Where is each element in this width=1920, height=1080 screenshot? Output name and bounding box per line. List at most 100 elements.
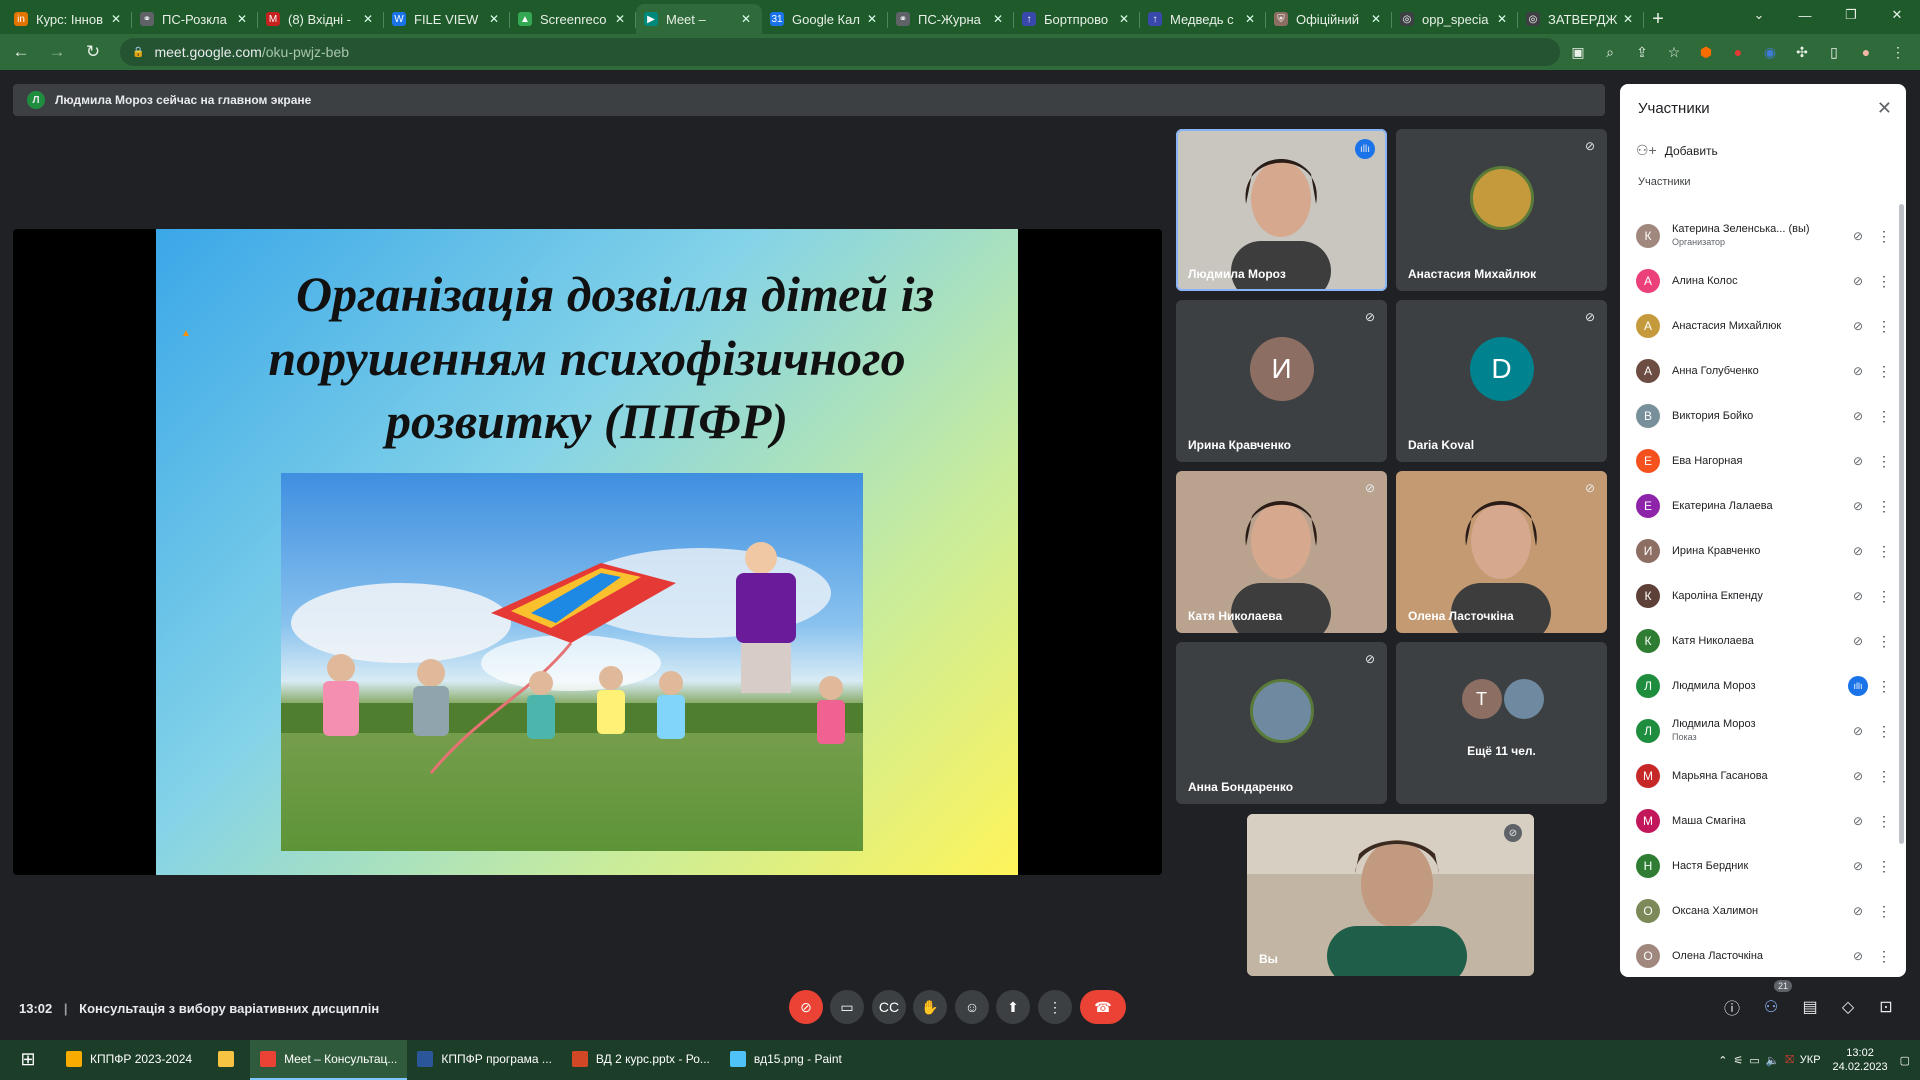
browser-tab[interactable]: ⚭ ПС-Розкла ✕	[132, 4, 258, 34]
muted-mic-icon[interactable]: ⊘	[1844, 319, 1872, 333]
browser-tab[interactable]: ⚭ ПС-Журна ✕	[888, 4, 1014, 34]
tab-close-icon[interactable]: ✕	[486, 12, 502, 26]
restore-button[interactable]: ❐	[1828, 0, 1874, 30]
keyboard-language[interactable]: УКР	[1800, 1054, 1821, 1066]
participant-tile[interactable]: И ⊘ Ирина Кравченко	[1176, 300, 1387, 462]
browser-tab[interactable]: ◎ ЗАТВЕРДЖ ✕	[1518, 4, 1644, 34]
network-icon[interactable]: ⚟	[1733, 1054, 1743, 1067]
people-button[interactable]: ⚇ 21	[1756, 980, 1792, 1022]
participant-list-item[interactable]: М Маша Смагіна ⊘ ⋮	[1636, 801, 1896, 841]
browser-tab[interactable]: ◎ opp_specia ✕	[1392, 4, 1518, 34]
participant-more-options-icon[interactable]: ⋮	[1872, 768, 1896, 785]
new-tab-button[interactable]: +	[1644, 4, 1672, 34]
captions-button[interactable]: CC	[872, 990, 906, 1024]
close-window-button[interactable]: ✕	[1874, 0, 1920, 30]
participant-tile[interactable]: ⊘ Катя Николаева	[1176, 471, 1387, 633]
participant-list-item[interactable]: В Виктория Бойко ⊘ ⋮	[1636, 396, 1896, 436]
self-view-tile[interactable]: ⊘ Вы	[1247, 814, 1534, 976]
muted-mic-icon[interactable]: ⊘	[1844, 409, 1872, 423]
browser-tab[interactable]: M (8) Вхідні - ✕	[258, 4, 384, 34]
participant-more-options-icon[interactable]: ⋮	[1872, 858, 1896, 875]
more-options-button[interactable]: ⋮	[1038, 990, 1072, 1024]
extension-red-icon[interactable]: ●	[1724, 39, 1752, 65]
participant-tile[interactable]: ⊘ Анастасия Михайлюк	[1396, 129, 1607, 291]
tab-close-icon[interactable]: ✕	[108, 12, 124, 26]
participant-tile[interactable]: D ⊘ Daria Koval	[1396, 300, 1607, 462]
muted-mic-icon[interactable]: ⊘	[1844, 904, 1872, 918]
participant-tile[interactable]: ⊘ Олена Ласточкіна	[1396, 471, 1607, 633]
add-people-button[interactable]: ⚇+ Добавить	[1636, 142, 1718, 159]
speaking-indicator-icon[interactable]: ıllı	[1844, 676, 1872, 696]
participant-list-item[interactable]: М Марьяна Гасанова ⊘ ⋮	[1636, 756, 1896, 796]
share-icon[interactable]: ⇪	[1628, 39, 1656, 65]
browser-tab[interactable]: ▶ Meet – ✕	[636, 4, 762, 34]
participant-list-item[interactable]: А Анастасия Михайлюк ⊘ ⋮	[1636, 306, 1896, 346]
tray-chevron-icon[interactable]: ⌃	[1718, 1054, 1727, 1067]
participant-tile[interactable]: T Ещё 11 чел.	[1396, 642, 1607, 804]
participant-more-options-icon[interactable]: ⋮	[1872, 453, 1896, 470]
participant-tile[interactable]: ⊘ Анна Бондаренко	[1176, 642, 1387, 804]
taskbar-app[interactable]: КППФР програма ...	[407, 1040, 562, 1080]
host-controls-button[interactable]: ⊡	[1871, 992, 1901, 1022]
participant-list-item[interactable]: Е Ева Нагорная ⊘ ⋮	[1636, 441, 1896, 481]
participant-more-options-icon[interactable]: ⋮	[1872, 588, 1896, 605]
leave-call-button[interactable]: ☎	[1080, 990, 1126, 1024]
participant-list-item[interactable]: Е Екатерина Лалаева ⊘ ⋮	[1636, 486, 1896, 526]
minimize-button[interactable]: —	[1782, 0, 1828, 30]
muted-mic-icon[interactable]: ⊘	[1844, 814, 1872, 828]
participant-more-options-icon[interactable]: ⋮	[1872, 813, 1896, 830]
browser-tab[interactable]: ↑ Медведь с ✕	[1140, 4, 1266, 34]
camera-button[interactable]: ▭	[830, 990, 864, 1024]
participant-tile[interactable]: ıllı Людмила Мороз	[1176, 129, 1387, 291]
participant-list-item[interactable]: А Анна Голубченко ⊘ ⋮	[1636, 351, 1896, 391]
muted-mic-icon[interactable]: ⊘	[1844, 499, 1872, 513]
reload-button[interactable]: ↻	[78, 37, 108, 67]
participant-list-item[interactable]: О Оксана Халимон ⊘ ⋮	[1636, 891, 1896, 931]
clock[interactable]: 13:02 24.02.2023	[1833, 1046, 1888, 1074]
browser-tab[interactable]: in Курс: Іннов ✕	[6, 4, 132, 34]
tab-close-icon[interactable]: ✕	[360, 12, 376, 26]
participant-list-item[interactable]: К Катя Николаева ⊘ ⋮	[1636, 621, 1896, 661]
participant-more-options-icon[interactable]: ⋮	[1872, 498, 1896, 515]
back-button[interactable]: ←	[6, 37, 36, 67]
browser-tab[interactable]: ⛨ Офіційний ✕	[1266, 4, 1392, 34]
panel-scrollbar[interactable]	[1899, 204, 1904, 844]
participant-list-item[interactable]: О Олена Ласточкіна ⊘ ⋮	[1636, 936, 1896, 976]
muted-mic-icon[interactable]: ⊘	[1844, 454, 1872, 468]
participant-list-item[interactable]: Н Настя Бердник ⊘ ⋮	[1636, 846, 1896, 886]
participant-more-options-icon[interactable]: ⋮	[1872, 948, 1896, 965]
participant-more-options-icon[interactable]: ⋮	[1872, 633, 1896, 650]
close-panel-icon[interactable]: ✕	[1877, 98, 1892, 119]
tab-close-icon[interactable]: ✕	[1242, 12, 1258, 26]
presentation-audio-off-icon[interactable]: ⊘	[1844, 724, 1872, 738]
extension-360-icon[interactable]: ⬢	[1692, 39, 1720, 65]
participant-more-options-icon[interactable]: ⋮	[1872, 273, 1896, 290]
participant-more-options-icon[interactable]: ⋮	[1872, 228, 1896, 245]
participant-more-options-icon[interactable]: ⋮	[1872, 363, 1896, 380]
browser-menu-icon[interactable]: ⋮	[1884, 39, 1912, 65]
muted-mic-icon[interactable]: ⊘	[1844, 859, 1872, 873]
profile-avatar[interactable]: ●	[1852, 39, 1880, 65]
participant-list-item[interactable]: К Кароліна Екпенду ⊘ ⋮	[1636, 576, 1896, 616]
tab-close-icon[interactable]: ✕	[1368, 12, 1384, 26]
participant-more-options-icon[interactable]: ⋮	[1872, 903, 1896, 920]
participant-more-options-icon[interactable]: ⋮	[1872, 678, 1896, 695]
browser-tab[interactable]: 31 Google Кал ✕	[762, 4, 888, 34]
participant-more-options-icon[interactable]: ⋮	[1872, 408, 1896, 425]
zoom-icon[interactable]: ⌕	[1596, 39, 1624, 65]
tab-close-icon[interactable]: ✕	[612, 12, 628, 26]
participant-more-options-icon[interactable]: ⋮	[1872, 723, 1896, 740]
participant-list-item[interactable]: К Катерина Зеленська... (вы) Организатор ⊘ ⋮	[1636, 216, 1896, 256]
mic-off-button[interactable]: ⊘	[789, 990, 823, 1024]
participant-list-item[interactable]: Л Людмила Мороз ıllı ⋮	[1636, 666, 1896, 706]
muted-mic-icon[interactable]: ⊘	[1844, 229, 1872, 243]
side-panel-icon[interactable]: ▯	[1820, 39, 1848, 65]
extensions-puzzle-icon[interactable]: ✣	[1788, 39, 1816, 65]
taskbar-app[interactable]: КППФР 2023-2024	[56, 1040, 202, 1080]
raise-hand-button[interactable]: ✋	[913, 990, 947, 1024]
tab-close-icon[interactable]: ✕	[990, 12, 1006, 26]
muted-mic-icon[interactable]: ⊘	[1844, 544, 1872, 558]
tab-close-icon[interactable]: ✕	[1494, 12, 1510, 26]
muted-mic-icon[interactable]: ⊘	[1844, 949, 1872, 963]
bookmark-star-icon[interactable]: ☆	[1660, 39, 1688, 65]
